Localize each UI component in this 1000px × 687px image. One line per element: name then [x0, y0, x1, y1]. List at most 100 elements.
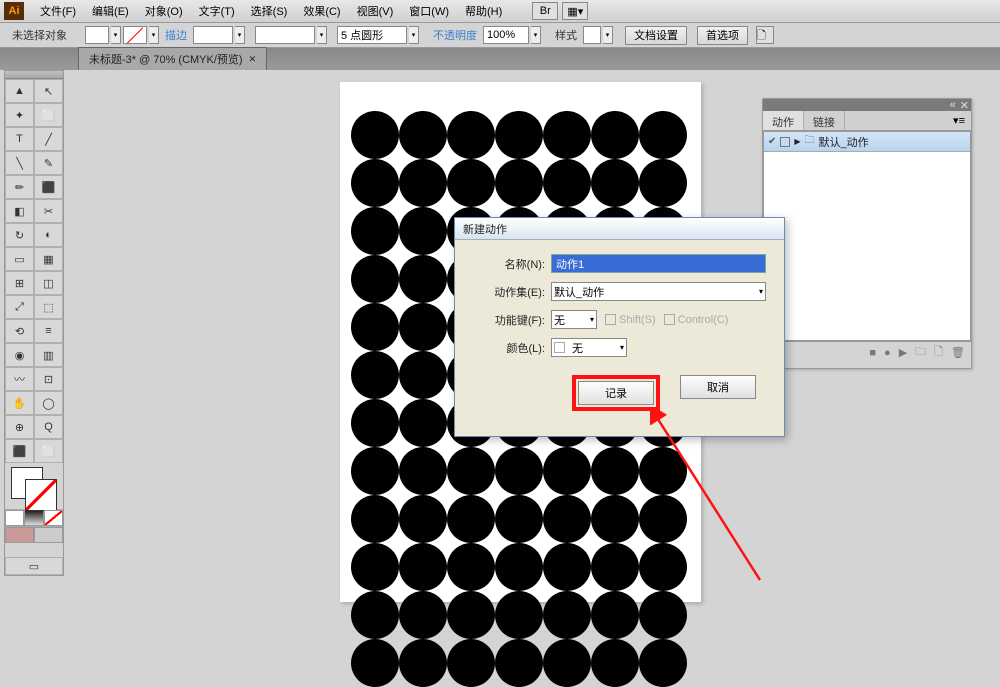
tool-8[interactable]: ✏ [5, 175, 34, 199]
trash-icon[interactable]: 🗑 [951, 346, 965, 359]
tool-25[interactable]: ⊡ [34, 367, 63, 391]
bridge-icon[interactable]: Br [532, 2, 558, 20]
tool-2[interactable]: ✦ [5, 103, 34, 127]
color-select[interactable]: 无▾ [551, 338, 627, 357]
color-label: 颜色(L): [473, 340, 551, 356]
menu-edit[interactable]: 编辑(E) [84, 3, 137, 19]
tool-9[interactable]: ⬛ [34, 175, 63, 199]
arrange-icon[interactable]: ▦▾ [562, 2, 588, 20]
menu-file[interactable]: 文件(F) [32, 3, 84, 19]
set-select[interactable]: 默认_动作▾ [551, 282, 766, 301]
cancel-button[interactable]: 取消 [680, 375, 756, 399]
tool-27[interactable]: ◯ [34, 391, 63, 415]
ctrl-label: Control(C) [678, 314, 729, 326]
fill-swatch[interactable] [85, 26, 109, 44]
tool-11[interactable]: ✂ [34, 199, 63, 223]
selection-status: 未选择对象 [12, 27, 67, 43]
tool-4[interactable]: T [5, 127, 34, 151]
tool-26[interactable]: ✋ [5, 391, 34, 415]
toolbox-handle[interactable] [5, 71, 63, 79]
screen-switcher-icon[interactable]: ▭ [5, 557, 63, 575]
panel-menu-icon[interactable]: ▾≡ [947, 111, 971, 130]
tool-5[interactable]: ╱ [34, 127, 63, 151]
stroke-color-icon[interactable] [25, 479, 57, 511]
gradient-mode-icon[interactable] [24, 510, 43, 526]
tool-3[interactable]: ⬜ [34, 103, 63, 127]
extra-icon[interactable]: 🗋 [756, 26, 774, 44]
tool-23[interactable]: ▥ [34, 343, 63, 367]
tool-7[interactable]: ✎ [34, 151, 63, 175]
document-tab[interactable]: 未标题-3* @ 70% (CMYK/预览) ✕ [78, 47, 267, 70]
fkey-select[interactable]: 无▾ [551, 310, 597, 329]
menu-effect[interactable]: 效果(C) [295, 3, 348, 19]
tool-16[interactable]: ⊞ [5, 271, 34, 295]
screen-mode-b-icon[interactable] [34, 527, 63, 543]
dialog-title[interactable]: 新建动作 [455, 218, 784, 240]
tool-21[interactable]: ≡ [34, 319, 63, 343]
set-label: 动作集(E): [473, 284, 551, 300]
menu-select[interactable]: 选择(S) [243, 3, 296, 19]
tool-10[interactable]: ◧ [5, 199, 34, 223]
close-icon[interactable]: ✕ [249, 54, 257, 65]
tool-30[interactable]: ⬛ [5, 439, 34, 463]
expand-icon[interactable]: ▶ [794, 137, 800, 146]
stop-icon[interactable]: ■ [869, 347, 876, 359]
panel-titlebar[interactable]: «✕ [763, 99, 971, 111]
tool-31[interactable]: ⬜ [34, 439, 63, 463]
tab-links[interactable]: 链接 [804, 111, 845, 130]
color-mode-icon[interactable] [5, 510, 24, 526]
tab-actions[interactable]: 动作 [763, 111, 804, 130]
menu-help[interactable]: 帮助(H) [457, 3, 510, 19]
action-set-row[interactable]: ✔ ▶ 🗀 默认_动作 [764, 132, 970, 152]
none-mode-icon[interactable] [44, 510, 63, 526]
tool-1[interactable]: ↖ [34, 79, 63, 103]
tool-6[interactable]: ╲ [5, 151, 34, 175]
brush-input[interactable] [337, 26, 407, 44]
tool-17[interactable]: ◫ [34, 271, 63, 295]
chevron-down-icon: ▾ [590, 315, 594, 324]
screen-mode-a-icon[interactable] [5, 527, 34, 543]
tool-0[interactable]: ▲ [5, 79, 34, 103]
checkmark-icon[interactable]: ✔ [768, 136, 776, 147]
dialog-toggle-icon[interactable] [780, 137, 790, 147]
menu-window[interactable]: 窗口(W) [401, 3, 457, 19]
brush-def[interactable] [255, 26, 315, 44]
stroke-label[interactable]: 描边 [165, 27, 187, 43]
opacity-input[interactable] [483, 26, 529, 44]
name-input[interactable] [551, 254, 766, 273]
stroke-drop[interactable]: ▾ [149, 26, 159, 44]
stroke-swatch[interactable] [123, 26, 147, 44]
document-tab-label: 未标题-3* @ 70% (CMYK/预览) [89, 51, 243, 67]
doc-setup-button[interactable]: 文档设置 [625, 26, 687, 45]
tool-19[interactable]: ⬚ [34, 295, 63, 319]
new-set-icon[interactable]: 🗀 [915, 343, 926, 362]
style-label: 样式 [555, 27, 577, 43]
app-logo: Ai [4, 2, 24, 20]
color-swatch-icon [554, 342, 565, 353]
panel-collapse-icon[interactable]: « [950, 99, 956, 111]
stroke-weight-input[interactable] [193, 26, 233, 44]
tool-20[interactable]: ⟲ [5, 319, 34, 343]
tool-14[interactable]: ▭ [5, 247, 34, 271]
tool-15[interactable]: ▦ [34, 247, 63, 271]
tool-29[interactable]: Q [34, 415, 63, 439]
fill-drop[interactable]: ▾ [111, 26, 121, 44]
prefs-button[interactable]: 首选项 [697, 26, 748, 45]
menu-view[interactable]: 视图(V) [349, 3, 402, 19]
tool-13[interactable]: ◐ [34, 223, 63, 247]
tool-24[interactable]: 〰 [5, 367, 34, 391]
tool-12[interactable]: ↻ [5, 223, 34, 247]
opacity-label[interactable]: 不透明度 [433, 27, 477, 43]
play-icon[interactable]: ▶ [899, 346, 907, 359]
menu-type[interactable]: 文字(T) [191, 3, 243, 19]
record-button[interactable]: 记录 [578, 381, 654, 405]
new-action-icon[interactable]: 🗋 [934, 343, 943, 362]
panel-close-icon[interactable]: ✕ [960, 99, 969, 112]
record-icon[interactable]: ● [884, 347, 891, 359]
tool-18[interactable]: ⤢ [5, 295, 34, 319]
tool-22[interactable]: ◉ [5, 343, 34, 367]
menu-object[interactable]: 对象(O) [137, 3, 191, 19]
fill-stroke-area[interactable] [5, 463, 63, 509]
tool-28[interactable]: ⊕ [5, 415, 34, 439]
style-swatch[interactable] [583, 26, 601, 44]
